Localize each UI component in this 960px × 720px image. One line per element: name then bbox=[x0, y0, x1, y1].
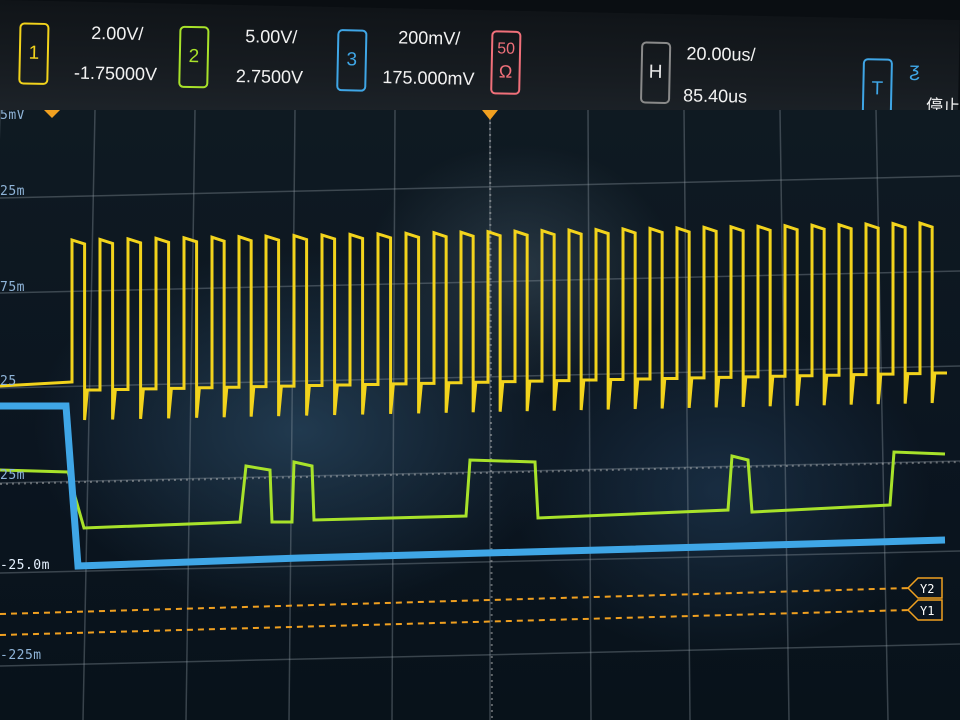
trigger-label: T bbox=[871, 78, 884, 100]
scale-label-3: 75m bbox=[0, 280, 25, 295]
scale-label-4: 25 bbox=[0, 374, 17, 389]
channel-2-id: 2 bbox=[188, 45, 200, 68]
ohm-icon: Ω bbox=[498, 61, 513, 82]
channel-3-id: 3 bbox=[346, 49, 358, 71]
channel-3-waveform bbox=[0, 402, 946, 570]
channel-1-offset: -1.75000V bbox=[73, 62, 158, 85]
graticule bbox=[0, 110, 960, 720]
timebase-scale: 20.00us/ bbox=[686, 43, 756, 65]
channel-3-button[interactable]: 3 bbox=[336, 29, 368, 92]
scale-label-5: 25m bbox=[0, 468, 25, 483]
cursor-y2-label: Y2 bbox=[920, 582, 934, 596]
channel-1-waveform bbox=[0, 220, 947, 421]
channel-3-scale: 200mV/ bbox=[398, 27, 461, 49]
channel-2-offset: 2.7500V bbox=[235, 65, 304, 88]
channel-2-button[interactable]: 2 bbox=[178, 25, 210, 89]
cursor-y1-label: Y1 bbox=[920, 604, 934, 618]
trigger-slope-icon: ƺ bbox=[909, 59, 921, 82]
channel-3-offset: 175.000mV bbox=[382, 67, 475, 89]
timebase-delay: 85.40us bbox=[682, 85, 748, 107]
cursor-y1-line bbox=[0, 609, 911, 636]
waveform-canvas: Y2 Y1 bbox=[0, 110, 960, 720]
waveform-display[interactable]: Y2 Y1 5mV 25m 75m 25 25m -25.0m -225m bbox=[0, 110, 960, 720]
scale-label-7: -225m bbox=[0, 648, 42, 663]
left-trigger-marker bbox=[44, 110, 60, 118]
scale-label-2: 25m bbox=[0, 184, 25, 199]
horizontal-label: H bbox=[648, 61, 663, 83]
channel-2-waveform bbox=[0, 450, 946, 530]
channel-1-id: 1 bbox=[28, 42, 40, 64]
channel-2-scale: 5.00V/ bbox=[245, 26, 298, 48]
impedance-value: 50 bbox=[497, 40, 516, 58]
impedance-button[interactable]: 50 Ω bbox=[490, 30, 522, 95]
cursor-y2-line bbox=[0, 587, 911, 615]
scale-label-6: -25.0m bbox=[0, 558, 50, 573]
channel-1-button[interactable]: 1 bbox=[18, 22, 50, 86]
channel-1-scale: 2.00V/ bbox=[91, 22, 144, 45]
trigger-position-marker bbox=[482, 110, 498, 120]
scale-label-1: 5mV bbox=[0, 110, 25, 123]
horizontal-button[interactable]: H bbox=[639, 41, 672, 105]
